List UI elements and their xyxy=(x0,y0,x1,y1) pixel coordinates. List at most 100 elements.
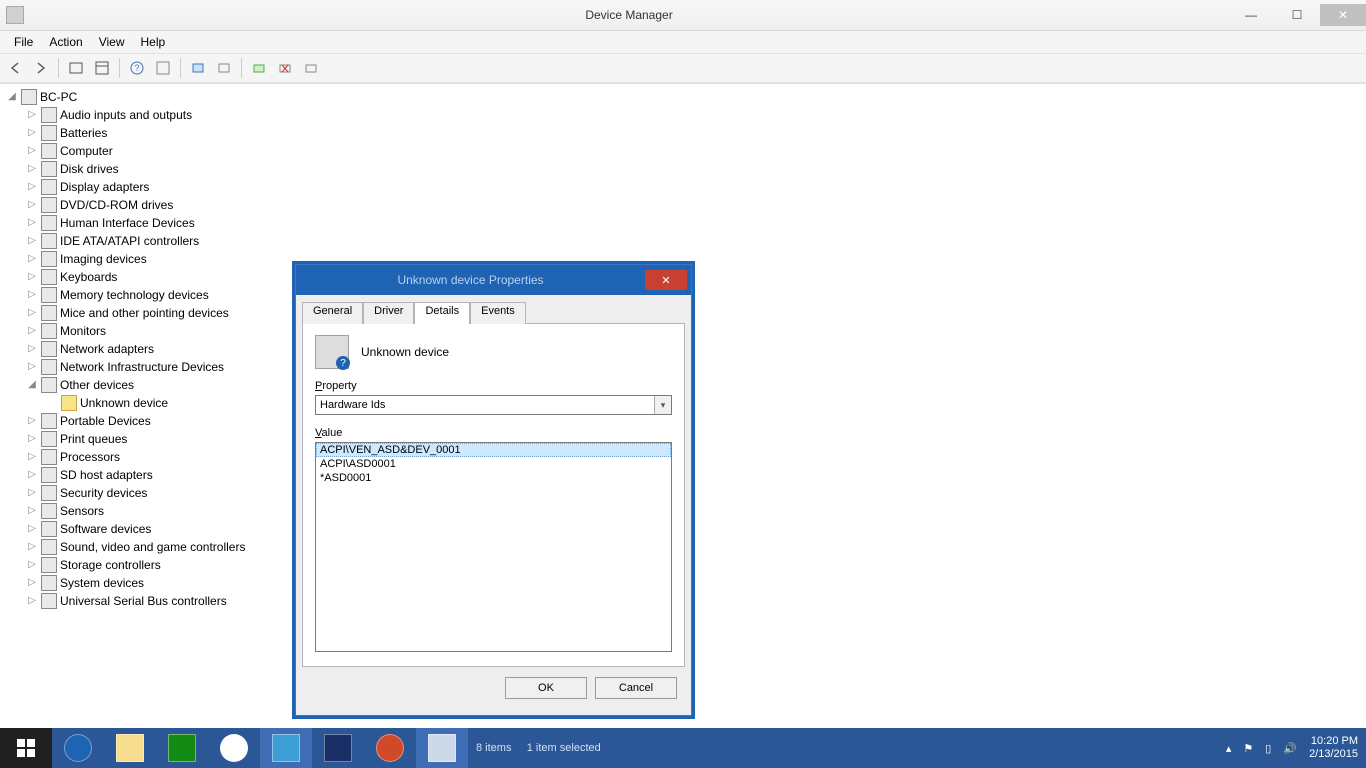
close-button[interactable]: ✕ xyxy=(1320,4,1366,26)
expand-icon[interactable]: ▷ xyxy=(26,232,38,250)
taskbar-malwarebytes[interactable] xyxy=(312,728,364,768)
expand-icon[interactable]: ▷ xyxy=(26,574,38,592)
tree-category[interactable]: ▷Monitors xyxy=(26,322,1364,340)
tree-category[interactable]: ▷Processors xyxy=(26,448,1364,466)
show-hidden-icon[interactable] xyxy=(65,57,87,79)
tree-category[interactable]: ▷Portable Devices xyxy=(26,412,1364,430)
taskbar-clock[interactable]: 10:20 PM 2/13/2015 xyxy=(1309,735,1358,761)
ok-button[interactable]: OK xyxy=(505,677,587,699)
minimize-button[interactable]: — xyxy=(1228,4,1274,26)
menu-view[interactable]: View xyxy=(91,31,133,53)
collapse-icon[interactable]: ◢ xyxy=(26,376,38,394)
tree-category[interactable]: ▷Batteries xyxy=(26,124,1364,142)
expand-icon[interactable]: ▷ xyxy=(26,358,38,376)
expand-icon[interactable]: ▷ xyxy=(26,268,38,286)
tree-category[interactable]: ◢Other devices xyxy=(26,376,1364,394)
tray-chevron-icon[interactable]: ▴ xyxy=(1226,742,1232,755)
tree-category[interactable]: ▷Human Interface Devices xyxy=(26,214,1364,232)
tree-category[interactable]: ▷Software devices xyxy=(26,520,1364,538)
collapse-icon[interactable]: ◢ xyxy=(6,88,18,106)
expand-icon[interactable]: ▷ xyxy=(26,142,38,160)
taskbar-chrome[interactable] xyxy=(208,728,260,768)
list-item[interactable]: *ASD0001 xyxy=(316,471,671,485)
tree-category[interactable]: ▷Security devices xyxy=(26,484,1364,502)
expand-icon[interactable]: ▷ xyxy=(26,340,38,358)
cancel-button[interactable]: Cancel xyxy=(595,677,677,699)
expand-icon[interactable]: ▷ xyxy=(26,250,38,268)
tree-category[interactable]: ▷Computer xyxy=(26,142,1364,160)
menu-file[interactable]: File xyxy=(6,31,41,53)
scan-icon[interactable] xyxy=(187,57,209,79)
tree-category[interactable]: ▷Print queues xyxy=(26,430,1364,448)
expand-icon[interactable]: ▷ xyxy=(26,214,38,232)
expand-icon[interactable]: ▷ xyxy=(26,178,38,196)
expand-icon[interactable]: ▷ xyxy=(26,448,38,466)
toolbar-icon[interactable] xyxy=(213,57,235,79)
expand-icon[interactable]: ▷ xyxy=(26,106,38,124)
maximize-button[interactable]: ☐ xyxy=(1274,4,1320,26)
expand-icon[interactable]: ▷ xyxy=(26,430,38,448)
tab-driver[interactable]: Driver xyxy=(363,302,414,324)
tree-category[interactable]: ▷Display adapters xyxy=(26,178,1364,196)
tab-general[interactable]: General xyxy=(302,302,363,324)
back-button[interactable] xyxy=(4,57,26,79)
toolbar-icon[interactable] xyxy=(152,57,174,79)
expand-icon[interactable]: ▷ xyxy=(26,466,38,484)
tree-device-unknown[interactable]: Unknown device xyxy=(46,394,1364,412)
expand-icon[interactable]: ▷ xyxy=(26,502,38,520)
tree-category[interactable]: ▷Keyboards xyxy=(26,268,1364,286)
tab-details[interactable]: Details xyxy=(414,302,470,324)
expand-icon[interactable]: ▷ xyxy=(26,160,38,178)
list-item[interactable]: ACPI\VEN_ASD&DEV_0001 xyxy=(316,443,671,457)
update-driver-icon[interactable] xyxy=(248,57,270,79)
expand-icon[interactable]: ▷ xyxy=(26,520,38,538)
tree-root[interactable]: ◢ BC-PC xyxy=(6,88,1364,106)
expand-icon[interactable]: ▷ xyxy=(26,322,38,340)
menu-help[interactable]: Help xyxy=(133,31,174,53)
tree-category[interactable]: ▷DVD/CD-ROM drives xyxy=(26,196,1364,214)
expand-icon[interactable]: ▷ xyxy=(26,556,38,574)
expand-icon[interactable]: ▷ xyxy=(26,592,38,610)
expand-icon[interactable]: ▷ xyxy=(26,412,38,430)
menu-action[interactable]: Action xyxy=(41,31,90,53)
tab-events[interactable]: Events xyxy=(470,302,526,324)
tree-category[interactable]: ▷Network Infrastructure Devices xyxy=(26,358,1364,376)
expand-icon[interactable]: ▷ xyxy=(26,484,38,502)
expand-icon[interactable]: ▷ xyxy=(26,286,38,304)
tree-category[interactable]: ▷IDE ATA/ATAPI controllers xyxy=(26,232,1364,250)
dialog-titlebar[interactable]: Unknown device Properties ✕ xyxy=(296,265,691,295)
tray-network-icon[interactable]: ▯ xyxy=(1265,742,1271,755)
disable-icon[interactable] xyxy=(300,57,322,79)
tree-category[interactable]: ▷Universal Serial Bus controllers xyxy=(26,592,1364,610)
tree-category[interactable]: ▷Memory technology devices xyxy=(26,286,1364,304)
expand-icon[interactable]: ▷ xyxy=(26,124,38,142)
tree-category[interactable]: ▷SD host adapters xyxy=(26,466,1364,484)
taskbar[interactable]: 8 items 1 item selected ▴ ⚑ ▯ 🔊 10:20 PM… xyxy=(0,728,1366,768)
taskbar-explorer[interactable] xyxy=(104,728,156,768)
tree-category[interactable]: ▷Audio inputs and outputs xyxy=(26,106,1364,124)
tree-category[interactable]: ▷Sensors xyxy=(26,502,1364,520)
tree-category[interactable]: ▷Storage controllers xyxy=(26,556,1364,574)
tree-category[interactable]: ▷Disk drives xyxy=(26,160,1364,178)
taskbar-item[interactable] xyxy=(260,728,312,768)
tree-category[interactable]: ▷Imaging devices xyxy=(26,250,1364,268)
tree-category[interactable]: ▷System devices xyxy=(26,574,1364,592)
system-tray[interactable]: ▴ ⚑ ▯ 🔊 10:20 PM 2/13/2015 xyxy=(1226,735,1366,761)
dialog-close-button[interactable]: ✕ xyxy=(645,270,687,290)
tree-category[interactable]: ▷Mice and other pointing devices xyxy=(26,304,1364,322)
expand-icon[interactable]: ▷ xyxy=(26,196,38,214)
properties-icon[interactable] xyxy=(91,57,113,79)
forward-button[interactable] xyxy=(30,57,52,79)
taskbar-ie[interactable] xyxy=(52,728,104,768)
start-button[interactable] xyxy=(0,728,52,768)
taskbar-devmgr[interactable] xyxy=(416,728,468,768)
expand-icon[interactable]: ▷ xyxy=(26,538,38,556)
list-item[interactable]: ACPI\ASD0001 xyxy=(316,457,671,471)
tray-volume-icon[interactable]: 🔊 xyxy=(1283,742,1297,755)
expand-icon[interactable]: ▷ xyxy=(26,304,38,322)
value-listbox[interactable]: ACPI\VEN_ASD&DEV_0001 ACPI\ASD0001 *ASD0… xyxy=(315,442,672,652)
tree-category[interactable]: ▷Sound, video and game controllers xyxy=(26,538,1364,556)
taskbar-store[interactable] xyxy=(156,728,208,768)
tray-flag-icon[interactable]: ⚑ xyxy=(1243,742,1253,755)
property-dropdown[interactable]: Hardware Ids ▾ xyxy=(315,395,672,415)
